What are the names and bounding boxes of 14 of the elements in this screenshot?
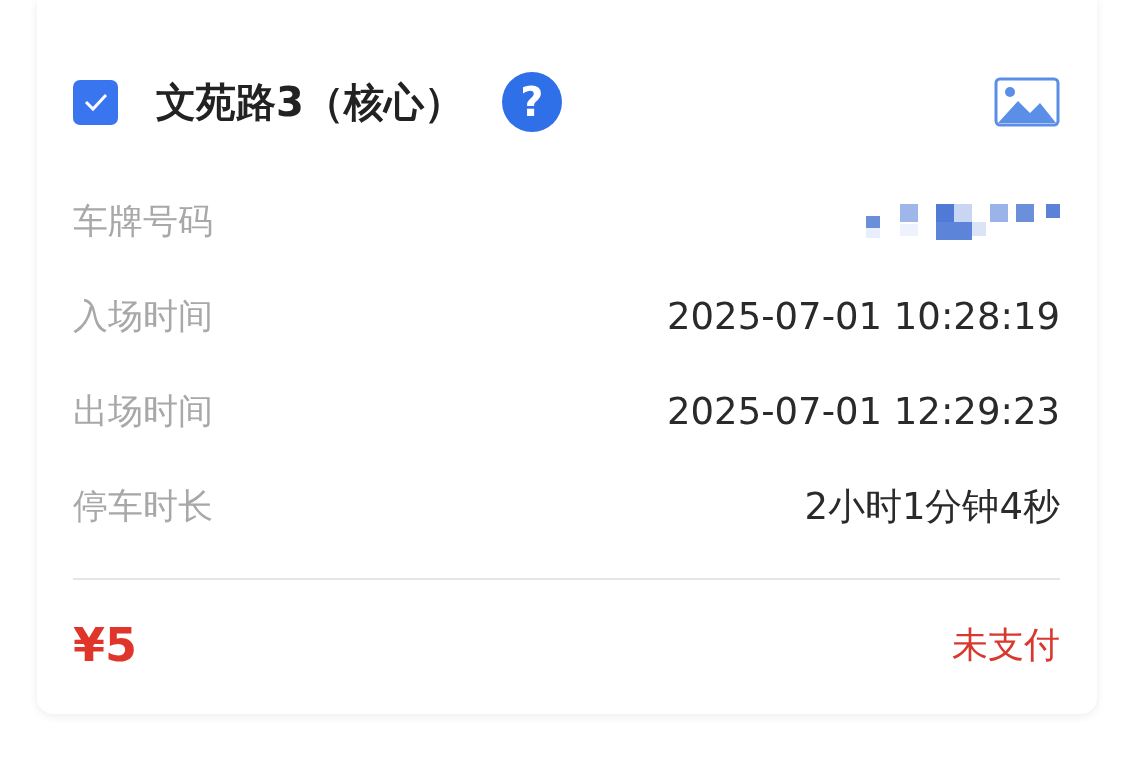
field-label: 入场时间: [73, 295, 213, 338]
field-value: 2025-07-01 10:28:19: [667, 295, 1060, 338]
checkmark-icon: [82, 92, 109, 112]
field-label: 车牌号码: [73, 200, 213, 243]
field-label: 停车时长: [73, 485, 213, 528]
image-icon[interactable]: [994, 77, 1060, 127]
checkbox[interactable]: [73, 79, 118, 125]
payment-status: 未支付: [952, 622, 1060, 667]
field-value: 2025-07-01 12:29:23: [667, 390, 1060, 433]
lot-name: 文苑路3（核心）: [156, 77, 464, 127]
amount: ¥5: [73, 618, 137, 672]
field-value: 2小时1分钟4秒: [804, 483, 1060, 530]
field-label: 出场时间: [73, 390, 213, 433]
help-button[interactable]: ?: [501, 72, 562, 132]
